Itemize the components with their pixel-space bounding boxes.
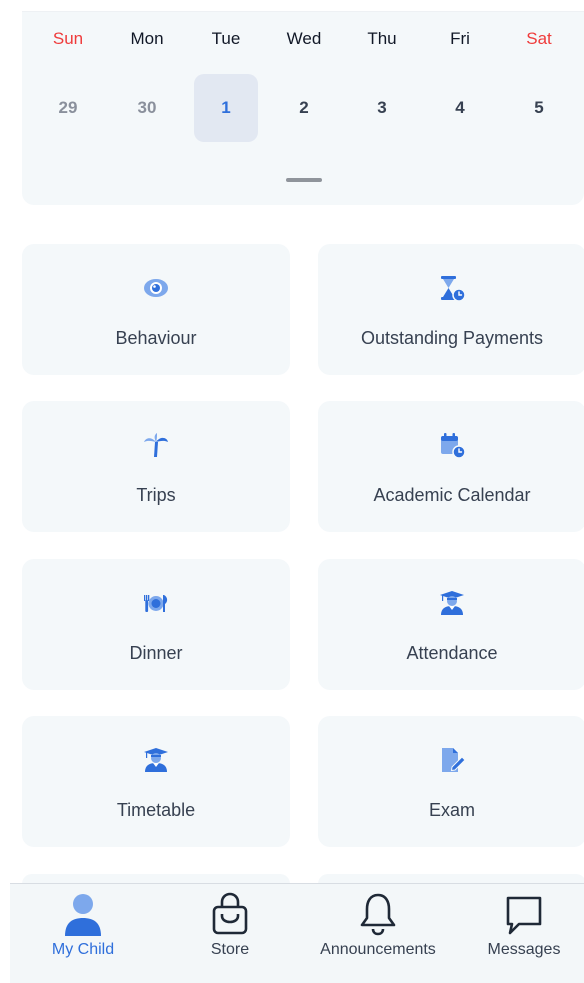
weekday-wed: Wed [286,29,322,48]
date-cell-selected[interactable]: 1 [194,74,258,142]
tab-label: Announcements [320,941,436,958]
calendar-clock-icon [438,431,466,459]
date-cell[interactable]: 4 [428,74,492,142]
weekday-fri: Fri [450,29,470,48]
date-cell[interactable]: 29 [36,74,100,142]
tab-label: My Child [51,941,115,958]
week-calendar: Sun Mon Tue Wed Thu Fri Sat 29 30 1 2 3 … [22,12,584,205]
date-cell[interactable]: 5 [507,74,571,142]
tile-label: Academic Calendar [373,485,531,505]
tile-timetable[interactable]: Timetable [22,716,290,847]
weekday-tue: Tue [211,29,241,48]
tile-behaviour[interactable]: Behaviour [22,244,290,375]
tile-label: Outstanding Payments [360,328,544,348]
tab-store[interactable]: Store [160,884,300,983]
palm-tree-icon [142,431,170,459]
tile-label: Dinner [129,643,183,663]
date-row: 29 30 1 2 3 4 5 [22,74,584,144]
tile-label: Timetable [116,800,196,820]
tab-messages[interactable]: Messages [454,884,584,983]
expand-drag-handle[interactable] [286,178,322,182]
weekday-mon: Mon [130,29,164,48]
date-cell[interactable]: 2 [272,74,336,142]
graduate-icon [438,589,466,617]
hourglass-clock-icon [438,274,466,302]
shopping-bag-icon [210,892,250,936]
weekday-header-row: Sun Mon Tue Wed Thu Fri Sat [22,29,584,49]
weekday-sun: Sun [52,29,84,48]
tile-dinner[interactable]: Dinner [22,559,290,690]
tile-trips[interactable]: Trips [22,401,290,532]
chat-bubble-icon [504,892,544,936]
bottom-tab-bar: My Child Store Announcements Messages [10,883,584,983]
tile-exam[interactable]: Exam [318,716,584,847]
plate-cutlery-icon [142,589,170,617]
tile-academic-calendar[interactable]: Academic Calendar [318,401,584,532]
weekday-thu: Thu [367,29,397,48]
tile-label: Behaviour [115,328,197,348]
tab-announcements[interactable]: Announcements [308,884,448,983]
tab-label: Store [210,941,250,958]
graduate-icon [142,746,170,774]
bell-icon [358,892,398,936]
document-edit-icon [438,746,466,774]
date-cell[interactable]: 30 [115,74,179,142]
eye-icon [142,274,170,302]
person-icon [63,892,103,936]
tile-attendance[interactable]: Attendance [318,559,584,690]
tile-outstanding-payments[interactable]: Outstanding Payments [318,244,584,375]
weekday-sat: Sat [526,29,552,48]
tile-label: Trips [136,485,176,505]
tab-label: Messages [487,941,561,958]
date-cell[interactable]: 3 [350,74,414,142]
tab-my-child[interactable]: My Child [13,884,153,983]
tile-label: Attendance [406,643,498,663]
tile-label: Exam [428,800,475,820]
